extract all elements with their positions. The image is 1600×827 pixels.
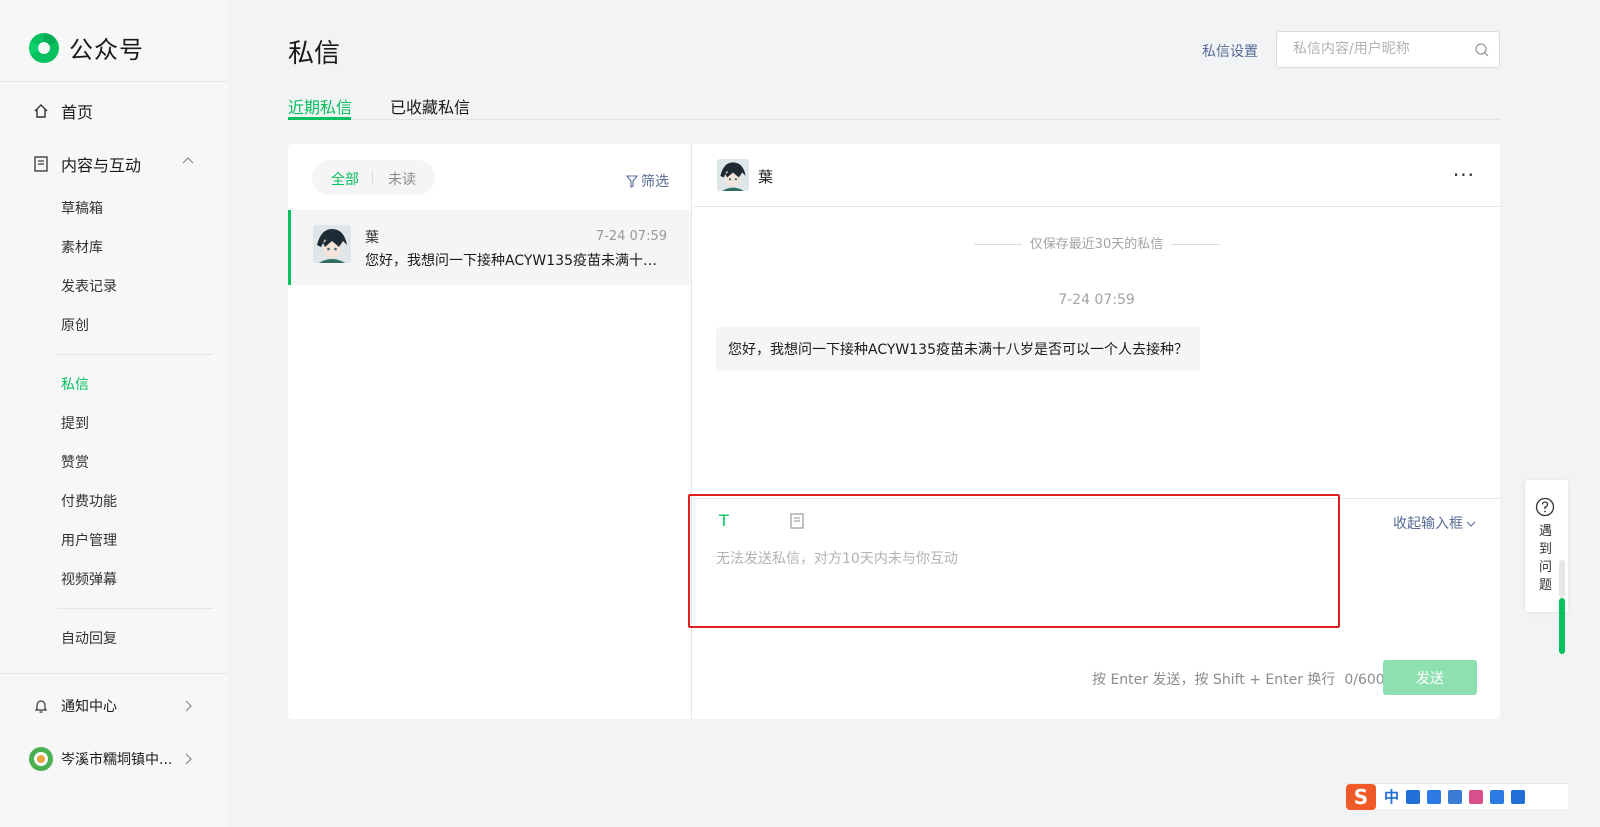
sidebar-item-materials[interactable]: 素材库 (61, 237, 103, 257)
scrollbar-track[interactable] (1559, 560, 1565, 598)
scrollbar-thumb[interactable] (1559, 598, 1565, 654)
list-item[interactable]: 葉 7-24 07:59 您好，我想问一下接种ACYW135疫苗未满十八... (288, 210, 691, 285)
toolbox-icon[interactable] (1511, 789, 1526, 804)
message-settings-link[interactable]: 私信设置 (1202, 41, 1258, 61)
gamepad-icon[interactable] (1490, 789, 1505, 804)
wechat-logo-icon (29, 32, 59, 63)
message-bubble: 您好，我想问一下接种ACYW135疫苗未满十八岁是否可以一个人去接种？ (716, 327, 1200, 371)
sidebar-item-user-management[interactable]: 用户管理 (61, 530, 117, 550)
chevron-right-icon[interactable] (182, 700, 194, 712)
search-icon[interactable] (1474, 42, 1490, 58)
contact-name: 葉 (365, 230, 379, 246)
send-hint: 按 Enter 发送，按 Shift + Enter 换行 0/600 (1092, 669, 1385, 689)
sidebar-divider (0, 81, 228, 82)
keyboard-icon[interactable] (1448, 789, 1463, 804)
notice-text: 仅保存最近30天的私信 (1029, 237, 1164, 252)
microphone-icon[interactable] (1427, 789, 1442, 804)
tabs-divider (288, 119, 1500, 120)
sidebar-item-rewards[interactable]: 赞赏 (61, 452, 89, 472)
chevron-right-icon[interactable] (182, 753, 194, 765)
notice-line (1171, 244, 1220, 245)
account-switcher[interactable]: 岑溪市糯垌镇中... (29, 747, 172, 771)
collapse-input-button[interactable]: 收起输入框 (1393, 513, 1476, 533)
chevron-up-icon[interactable] (182, 155, 194, 167)
filter-icon (626, 174, 638, 188)
avatar (313, 225, 351, 263)
read-filter-segment: 全部 未读 (312, 160, 435, 195)
message-time: 7-24 07:59 (595, 229, 667, 244)
segment-unread[interactable]: 未读 (388, 169, 416, 189)
collapse-label: 收起输入框 (1393, 516, 1463, 532)
sidebar-item-auto-reply[interactable]: 自动回复 (61, 628, 117, 648)
sidebar-item-publish-records[interactable]: 发表记录 (61, 276, 117, 296)
search-box[interactable] (1276, 31, 1500, 68)
chevron-down-icon (1466, 521, 1476, 527)
send-shortcut-hint: 按 Enter 发送，按 Shift + Enter 换行 (1092, 672, 1336, 688)
sidebar-item-label: 通知中心 (61, 699, 117, 715)
sidebar-item-home[interactable]: 首页 (33, 99, 93, 123)
tab-active-indicator (288, 117, 351, 120)
page-title: 私信 (288, 39, 341, 69)
chat-header: 葉 ··· (693, 144, 1500, 207)
segment-all[interactable]: 全部 (331, 169, 359, 189)
bell-icon (33, 698, 49, 714)
sidebar-item-label: 首页 (61, 103, 94, 122)
sidebar-divider (57, 354, 213, 355)
sidebar-divider (57, 608, 213, 609)
tab-saved-messages[interactable]: 已收藏私信 (390, 94, 470, 118)
sidebar-item-original[interactable]: 原创 (61, 315, 89, 335)
sidebar: 公众号 首页 内容与互动 草稿箱 素材库 发表记录 原创 私信 提到 赞赏 付费… (0, 0, 228, 827)
avatar (29, 747, 53, 771)
filter-button[interactable]: 筛选 (626, 171, 669, 191)
sidebar-item-private-messages[interactable]: 私信 (61, 374, 89, 394)
sidebar-group-content[interactable]: 内容与互动 (33, 152, 141, 176)
send-button[interactable]: 发送 (1383, 660, 1477, 695)
sidebar-item-drafts[interactable]: 草稿箱 (61, 198, 103, 218)
segment-separator (372, 171, 373, 185)
chat-timestamp: 7-24 07:59 (1058, 292, 1135, 308)
highlight-box (688, 494, 1340, 628)
filter-label: 筛选 (641, 174, 669, 190)
account-name: 岑溪市糯垌镇中... (61, 752, 173, 768)
sidebar-item-paid-features[interactable]: 付费功能 (61, 491, 117, 511)
search-input[interactable] (1293, 41, 1468, 57)
chat-contact-name: 葉 (758, 168, 774, 186)
skin-icon[interactable] (1469, 789, 1484, 804)
sidebar-divider (0, 673, 228, 674)
conversation-list: 全部 未读 筛选 葉 7-24 07:59 您好，我想问一下接种ACYW135疫… (288, 144, 692, 719)
more-options-button[interactable]: ··· (1453, 163, 1475, 187)
help-label: 遇到问题 (1539, 524, 1553, 593)
sidebar-item-label: 内容与互动 (61, 156, 142, 175)
message-preview: 您好，我想问一下接种ACYW135疫苗未满十八... (365, 253, 665, 269)
notice-line (973, 244, 1022, 245)
chat-area: 葉 ··· 仅保存最近30天的私信 7-24 07:59 您好，我想问一下接种A… (693, 144, 1500, 719)
logo[interactable]: 公众号 (28, 30, 144, 65)
document-icon (33, 156, 49, 172)
punctuation-icon[interactable] (1406, 789, 1421, 804)
logo-text: 公众号 (69, 36, 144, 64)
char-count: 0/600 (1344, 672, 1385, 688)
tab-recent-messages[interactable]: 近期私信 (288, 94, 352, 118)
retention-notice: 仅保存最近30天的私信 (693, 233, 1500, 252)
question-icon (1535, 497, 1555, 517)
home-icon (33, 103, 49, 119)
avatar[interactable] (717, 159, 749, 191)
sidebar-item-video-danmaku[interactable]: 视频弹幕 (61, 569, 117, 589)
sidebar-item-notifications[interactable]: 通知中心 (33, 696, 117, 716)
ime-mode[interactable]: 中 (1384, 786, 1399, 807)
messages-panel: 全部 未读 筛选 葉 7-24 07:59 您好，我想问一下接种ACYW135疫… (288, 144, 1500, 719)
sidebar-item-mentions[interactable]: 提到 (61, 413, 89, 433)
ime-logo-icon[interactable]: S (1346, 783, 1376, 810)
ime-toolbar: S 中 (1346, 783, 1568, 810)
